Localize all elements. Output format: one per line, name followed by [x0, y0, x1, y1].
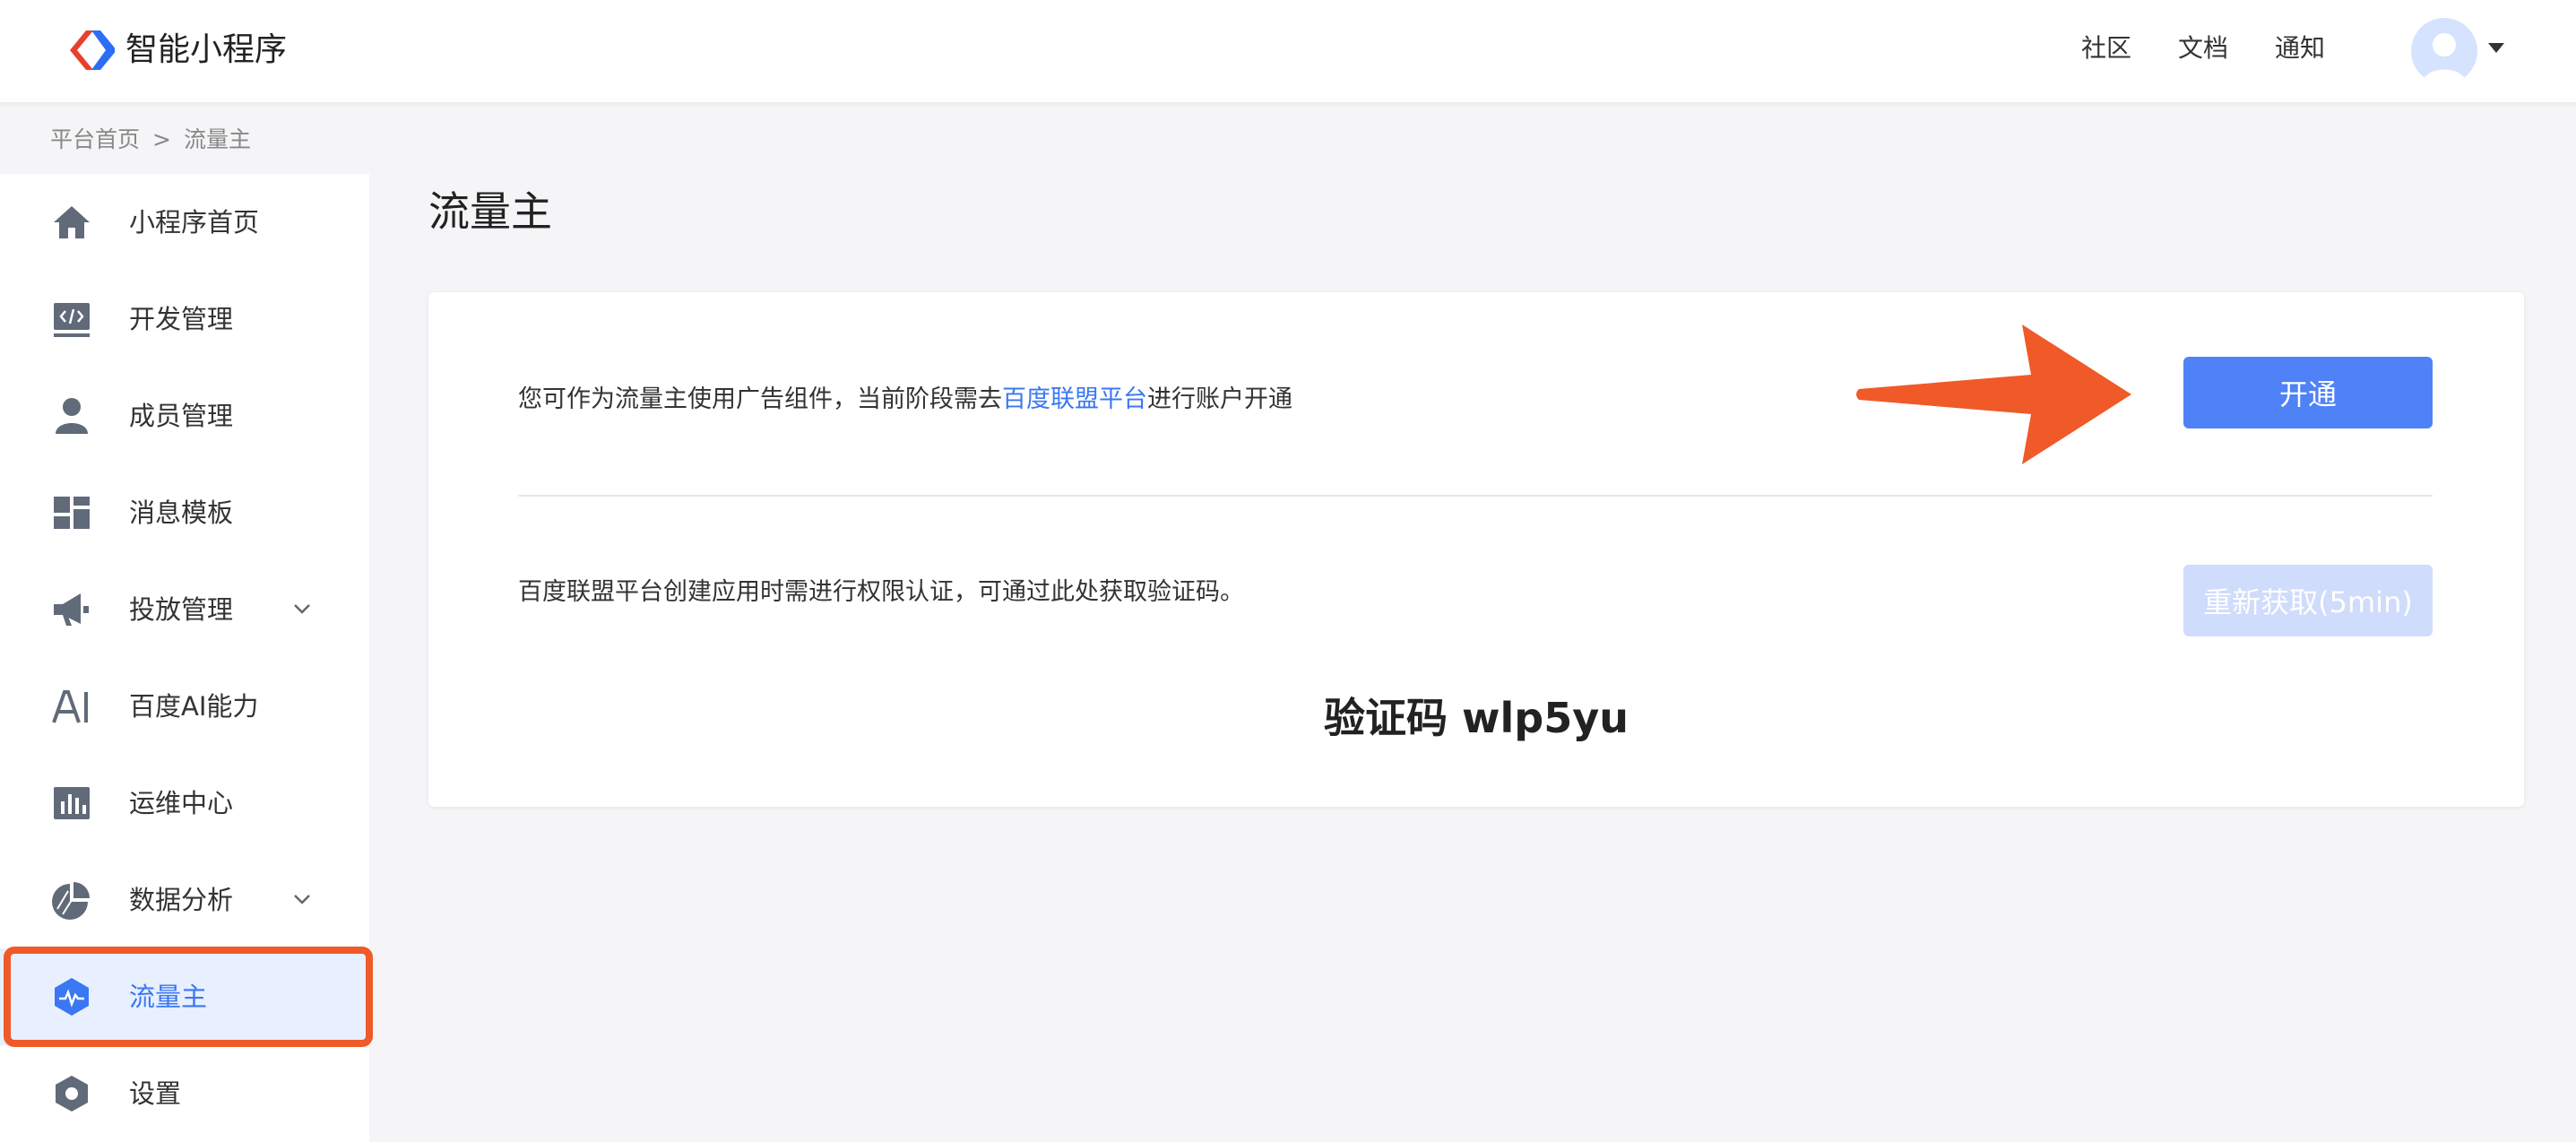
sidebar-item-label: 小程序首页: [129, 207, 260, 238]
sidebar-item-label: 数据分析: [129, 885, 234, 915]
verification-code-label: 验证码: [1324, 694, 1448, 742]
sidebar-item-label: 消息模板: [129, 497, 234, 528]
sidebar-item-members[interactable]: 成员管理: [0, 368, 369, 464]
sidebar-item-dev[interactable]: 开发管理: [0, 271, 369, 368]
page-title: 流量主: [428, 187, 552, 236]
sidebar-item-label: 开发管理: [129, 304, 234, 334]
sidebar-item-ai[interactable]: 百度AI能力: [0, 658, 369, 755]
sidebar-item-label: 流量主: [129, 982, 208, 1012]
sidebar: 小程序首页 开发管理 成员管理 消息模板 投放管理 百度AI能力 运维中心 数据…: [0, 174, 369, 1142]
pulse-icon: [55, 978, 89, 1016]
breadcrumb-current: 流量主: [183, 126, 251, 152]
sidebar-item-label: 投放管理: [129, 594, 234, 625]
sidebar-item-label: 设置: [129, 1078, 182, 1109]
app-name[interactable]: 智能小程序: [125, 27, 287, 74]
chevron-down-icon[interactable]: [292, 891, 312, 907]
activation-text-prefix: 您可作为流量主使用广告组件，当前阶段需去: [518, 385, 1002, 413]
breadcrumb: 平台首页 > 流量主: [50, 124, 264, 156]
ai-icon: [52, 690, 88, 723]
sidebar-item-traffic-owner[interactable]: 流量主: [0, 948, 369, 1045]
pie-chart-icon: [52, 882, 90, 920]
bar-chart-icon: [54, 787, 90, 819]
nav-community-link[interactable]: 社区: [2081, 29, 2131, 68]
sidebar-item-templates[interactable]: 消息模板: [0, 464, 369, 561]
open-account-button[interactable]: 开通: [2183, 357, 2433, 428]
traffic-owner-card: 您可作为流量主使用广告组件，当前阶段需去百度联盟平台进行账户开通 开通 百度联盟…: [428, 292, 2524, 807]
account-dropdown-icon[interactable]: [2488, 43, 2504, 53]
sidebar-item-label: 成员管理: [129, 401, 234, 431]
verification-code: 验证码 wlp5yu: [428, 687, 2524, 749]
sidebar-item-analytics[interactable]: 数据分析: [0, 852, 369, 948]
nav-notifications-link[interactable]: 通知: [2275, 29, 2325, 68]
breadcrumb-separator: >: [152, 126, 171, 152]
user-icon: [56, 398, 88, 434]
user-avatar-icon: [2422, 33, 2467, 84]
activation-description: 您可作为流量主使用广告组件，当前阶段需去百度联盟平台进行账户开通: [518, 373, 1292, 427]
annotation-arrow-icon: [1856, 324, 2131, 464]
nav-docs-link[interactable]: 文档: [2178, 29, 2228, 68]
activation-text-suffix: 进行账户开通: [1147, 385, 1292, 413]
settings-icon: [56, 1076, 88, 1112]
refresh-code-button: 重新获取(5min): [2183, 565, 2433, 636]
sidebar-item-ops[interactable]: 运维中心: [0, 755, 369, 852]
home-icon: [54, 206, 90, 238]
verification-code-value: wlp5yu: [1462, 694, 1629, 742]
code-icon: [54, 303, 90, 337]
sidebar-item-ads[interactable]: 投放管理: [0, 561, 369, 658]
breadcrumb-home-link[interactable]: 平台首页: [50, 126, 140, 152]
divider: [518, 495, 2433, 497]
baidu-union-link[interactable]: 百度联盟平台: [1002, 385, 1147, 413]
sidebar-item-home[interactable]: 小程序首页: [0, 174, 369, 271]
top-header: 智能小程序 社区 文档 通知: [0, 0, 2576, 102]
megaphone-icon: [54, 593, 89, 626]
logo-icon: [70, 30, 115, 70]
verification-description: 百度联盟平台创建应用时需进行权限认证，可通过此处获取验证码。: [518, 578, 1244, 606]
template-icon: [54, 497, 90, 529]
sidebar-item-settings[interactable]: 设置: [0, 1045, 369, 1142]
avatar[interactable]: [2411, 18, 2477, 84]
sidebar-item-label: 百度AI能力: [129, 691, 259, 722]
chevron-down-icon[interactable]: [292, 601, 312, 617]
sidebar-item-label: 运维中心: [129, 788, 234, 818]
